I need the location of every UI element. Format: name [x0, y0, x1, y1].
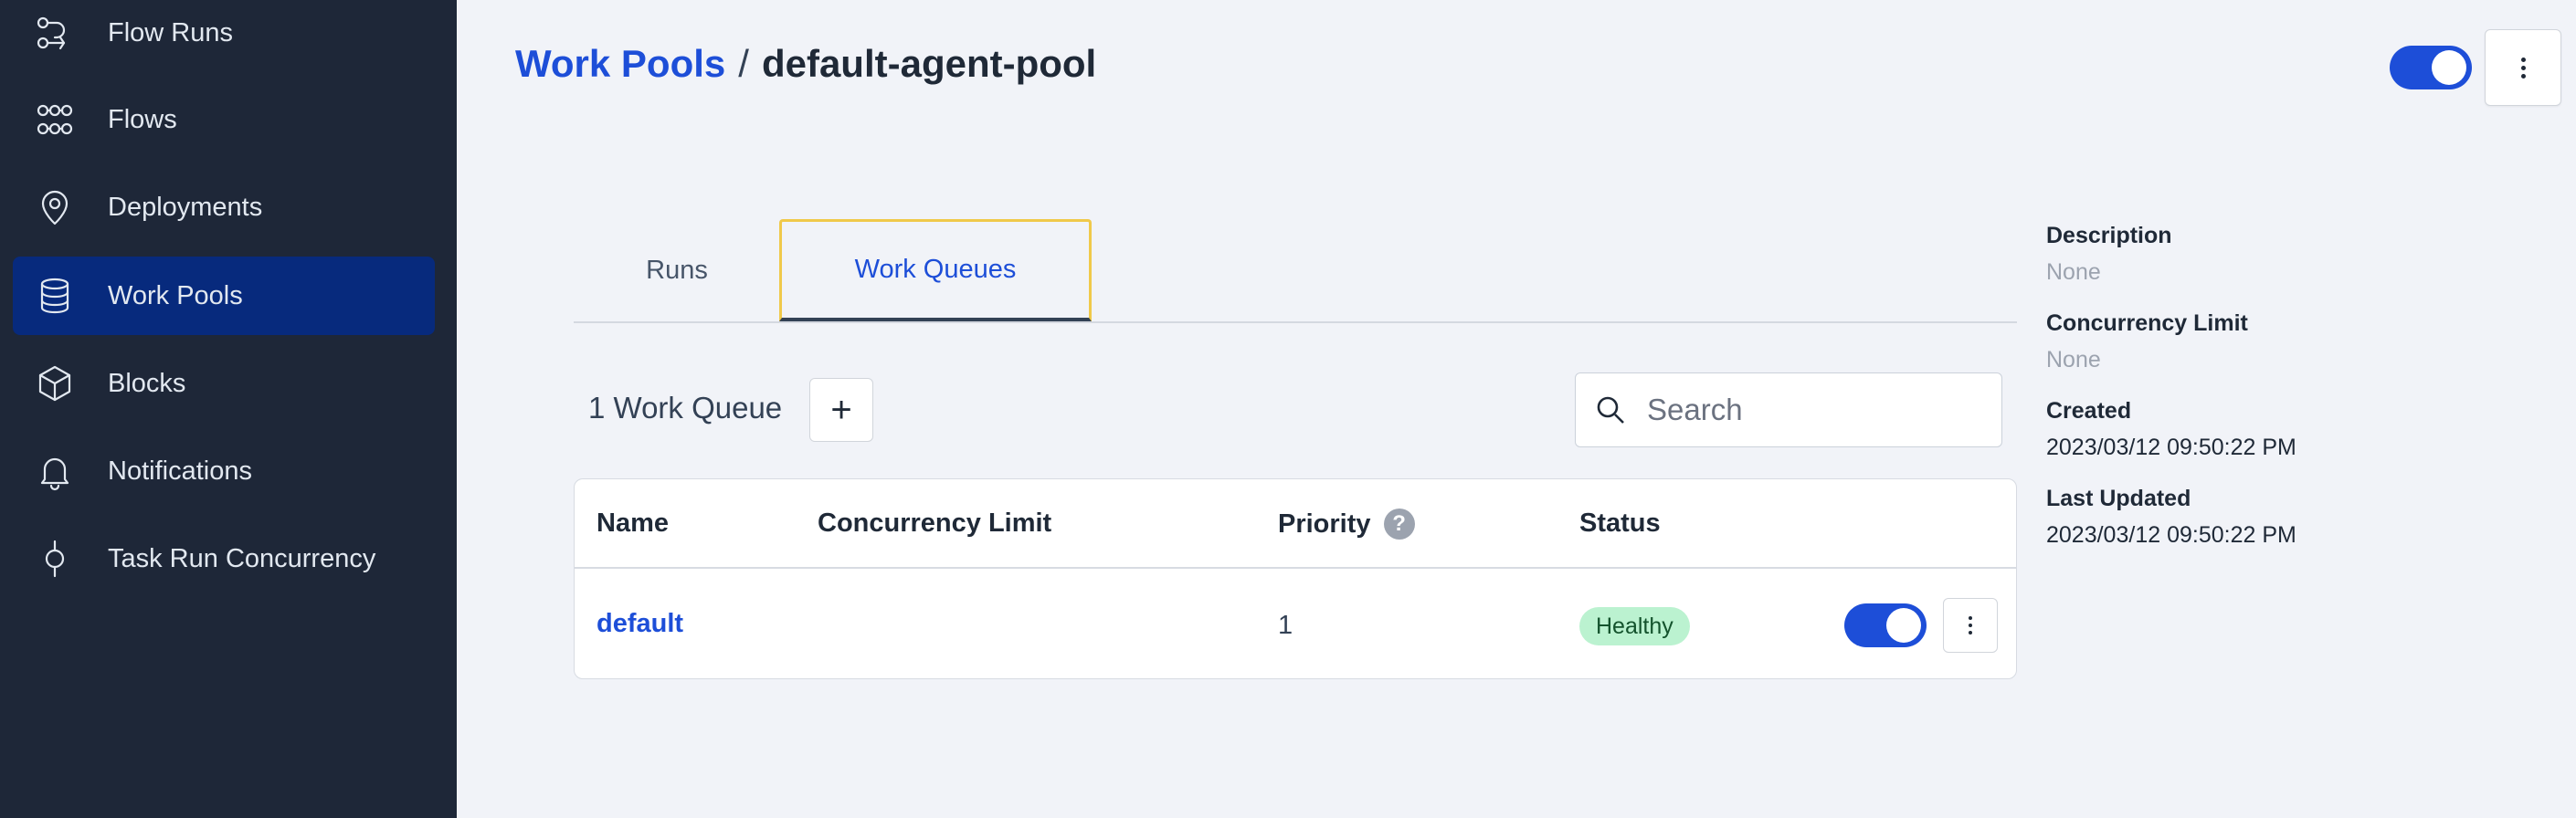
column-header-priority: Priority ?: [1278, 509, 1415, 540]
column-header-name: Name: [596, 509, 669, 538]
sidebar-item-label: Work Pools: [108, 280, 243, 310]
work-queue-name-link[interactable]: default: [596, 609, 683, 639]
work-pool-menu-button[interactable]: [2485, 29, 2561, 106]
add-work-queue-button[interactable]: +: [809, 378, 873, 442]
search-input[interactable]: [1647, 393, 1994, 427]
tab-runs[interactable]: Runs: [574, 219, 780, 321]
breadcrumb: Work Pools / default-agent-pool: [515, 42, 1096, 86]
sidebar-item-work-pools[interactable]: Work Pools: [13, 257, 435, 335]
work-queue-priority: 1: [1278, 611, 1293, 640]
database-icon: [35, 276, 75, 316]
work-pool-toggle[interactable]: [2390, 46, 2472, 89]
sidebar-item-blocks[interactable]: Blocks: [13, 344, 435, 423]
detail-label-concurrency-limit: Concurrency Limit: [2046, 310, 2248, 336]
sidebar: Flow Runs Flows Deployments Work Pools B…: [0, 0, 457, 818]
column-header-label: Priority: [1278, 509, 1371, 539]
bell-icon: [35, 451, 75, 491]
search-box[interactable]: [1575, 372, 2002, 447]
sidebar-item-notifications[interactable]: Notifications: [13, 432, 435, 510]
help-icon[interactable]: ?: [1383, 509, 1415, 540]
search-icon: [1594, 393, 1627, 426]
more-vertical-icon: [2520, 57, 2526, 79]
sidebar-item-label: Task Run Concurrency: [108, 543, 376, 573]
more-vertical-icon: [1969, 616, 1972, 634]
table-header-divider: [575, 567, 2016, 569]
plus-icon: +: [830, 390, 852, 430]
sidebar-item-deployments[interactable]: Deployments: [13, 168, 435, 246]
column-header-concurrency-limit: Concurrency Limit: [818, 509, 1052, 538]
detail-value-last-updated: 2023/03/12 09:50:22 PM: [2046, 522, 2296, 548]
status-badge: Healthy: [1579, 607, 1690, 645]
flow-runs-icon: [35, 13, 75, 53]
detail-label-created: Created: [2046, 398, 2132, 424]
work-queue-menu-button[interactable]: [1943, 598, 1998, 653]
detail-label-last-updated: Last Updated: [2046, 486, 2191, 511]
sidebar-item-flow-runs[interactable]: Flow Runs: [13, 0, 435, 72]
concurrency-icon: [35, 539, 75, 579]
work-queue-toggle[interactable]: [1844, 603, 1927, 647]
work-queue-count: 1 Work Queue: [588, 391, 783, 425]
tabs-divider: [574, 321, 2017, 323]
column-header-status: Status: [1579, 509, 1661, 538]
page-title: default-agent-pool: [761, 42, 1097, 85]
flows-icon: [35, 100, 75, 140]
detail-value-created: 2023/03/12 09:50:22 PM: [2046, 435, 2296, 460]
toggle-knob: [1886, 608, 1921, 643]
sidebar-item-label: Deployments: [108, 192, 263, 222]
sidebar-item-label: Flow Runs: [108, 17, 233, 47]
breadcrumb-work-pools-link[interactable]: Work Pools: [515, 42, 725, 86]
breadcrumb-separator: /: [738, 42, 749, 85]
detail-label-description: Description: [2046, 223, 2172, 248]
sidebar-item-label: Notifications: [108, 456, 252, 486]
toggle-knob: [2432, 50, 2466, 85]
sidebar-item-label: Blocks: [108, 368, 186, 398]
sidebar-item-label: Flows: [108, 104, 177, 134]
sidebar-item-task-run-concurrency[interactable]: Task Run Concurrency: [13, 519, 435, 598]
cube-icon: [35, 363, 75, 404]
work-queues-table: Name Concurrency Limit Priority ? Status…: [574, 478, 2017, 679]
tab-work-queues[interactable]: Work Queues: [779, 219, 1092, 321]
detail-value-concurrency-limit: None: [2046, 347, 2101, 372]
sidebar-item-flows[interactable]: Flows: [13, 80, 435, 159]
detail-value-description: None: [2046, 259, 2101, 285]
location-pin-icon: [35, 187, 75, 227]
